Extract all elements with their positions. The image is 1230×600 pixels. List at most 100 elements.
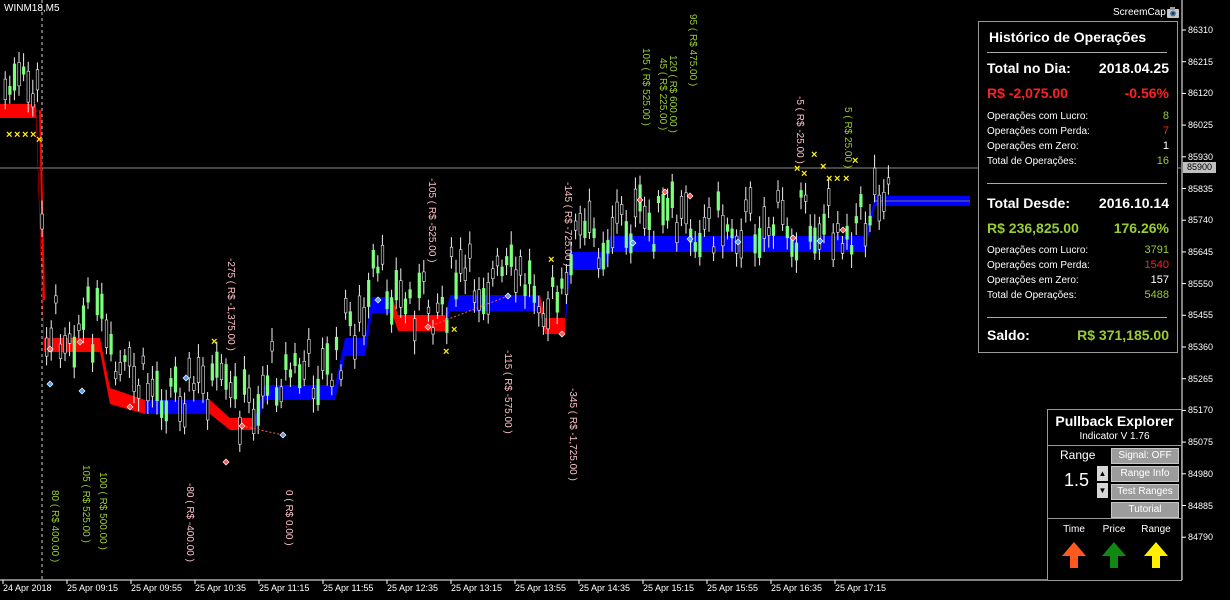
candle-body [132, 365, 136, 392]
candle-body [348, 311, 352, 327]
range-up-icon[interactable]: ▲ [1097, 466, 1108, 481]
candle-body [827, 188, 831, 206]
stat-value: 1 [1162, 140, 1169, 152]
trade-result-label: -145 ( R$ -725.00 ) [562, 182, 573, 267]
trade-result-label: 105 ( R$ 525.00 ) [80, 465, 91, 543]
time-tick-label: 25 Apr 17:15 [835, 583, 887, 593]
since-label: Total Desde: [987, 195, 1070, 211]
signal-button[interactable]: Signal: OFF [1111, 448, 1179, 464]
stat-label: Operações em Zero: [987, 275, 1079, 286]
candle-body [730, 228, 734, 239]
candle-body [454, 272, 458, 300]
trade-result-label: -80 ( R$ -400.00 ) [184, 483, 195, 562]
time-tick-label: 25 Apr 10:35 [195, 583, 247, 593]
candle-body [394, 270, 398, 301]
candle-body [675, 222, 679, 243]
candle-body [776, 190, 780, 203]
candle-body [712, 246, 716, 254]
price-tick-label: 86310 [1188, 25, 1214, 35]
exit-marker-icon: × [843, 173, 849, 185]
trade-marker-icon [839, 226, 847, 234]
pullback-title: Pullback Explorer [1055, 413, 1174, 429]
price-label: Price [1102, 524, 1126, 535]
trade-result-label: 100 ( R$ 500.00 ) [97, 472, 108, 550]
band-segment [145, 400, 200, 414]
candle-body [229, 382, 233, 398]
screencap-label[interactable]: ScreemCap [1113, 7, 1166, 18]
candle-body [371, 249, 375, 269]
candle-body [353, 335, 357, 360]
stat-label: Operações com Lucro: [987, 111, 1089, 122]
candle-body [721, 215, 725, 247]
candle-body [882, 192, 886, 212]
candle-body [417, 272, 421, 299]
trade-result-label: -105 ( R$ -525.00 ) [426, 178, 437, 263]
trade-result-label: -5 ( R$ -25.00 ) [794, 96, 805, 164]
stat-value: 157 [1150, 274, 1169, 286]
candle-body [284, 354, 288, 370]
candle-body [592, 228, 596, 238]
candle-body [311, 387, 316, 399]
price-tick-label: 85550 [1188, 278, 1214, 289]
candle-body [551, 277, 555, 287]
price-arrow-icon [1102, 542, 1126, 568]
stat-value: 8 [1162, 110, 1169, 122]
candle-body [224, 364, 228, 390]
candle-body [509, 244, 513, 267]
candle-body [12, 63, 17, 91]
current-price-tag: 85900 [1183, 162, 1216, 173]
time-tick-label: 24 Apr 2018 [3, 583, 52, 593]
candle-body [647, 212, 651, 230]
candle-body [233, 376, 237, 400]
price-tick-label: 85930 [1188, 151, 1214, 162]
band-segment [450, 295, 540, 311]
since-percent: 176.26% [1113, 220, 1169, 236]
candle-body [767, 227, 771, 236]
candle-body [426, 306, 431, 314]
candle-body [265, 375, 270, 396]
saldo-value: R$ 371,185.00 [1077, 327, 1169, 343]
candle-body [684, 192, 688, 225]
day-percent: -0.56% [1124, 85, 1169, 101]
candle-body [555, 292, 559, 313]
candle-body [127, 347, 132, 367]
band-segment [100, 338, 110, 404]
candle-body [574, 220, 578, 231]
candle-body [275, 387, 279, 406]
pullback-subtitle: Indicator V 1.76 [1079, 431, 1150, 442]
saldo-label: Saldo: [987, 327, 1030, 343]
candle-body [799, 190, 803, 198]
test-ranges-button[interactable]: Test Ranges [1111, 484, 1179, 500]
candle-body [150, 378, 155, 397]
price-tick-label: 85455 [1188, 310, 1214, 321]
candle-body [670, 181, 674, 209]
stat-label: Operações com Lucro: [987, 245, 1089, 256]
time-tick-label: 25 Apr 14:35 [579, 583, 631, 593]
candle-body [81, 305, 86, 330]
range-info-button[interactable]: Range Info [1111, 466, 1179, 482]
candle-body [408, 289, 412, 299]
candle-body [54, 295, 58, 304]
time-tick-label: 25 Apr 13:15 [451, 583, 503, 593]
candle-body [196, 357, 201, 383]
candle-body [362, 307, 366, 337]
candle-body [242, 369, 247, 395]
camera-icon[interactable] [1165, 4, 1181, 20]
exit-marker-icon: × [22, 129, 28, 141]
range-down-icon[interactable]: ▼ [1097, 483, 1108, 498]
candle-body [68, 333, 72, 344]
tutorial-button[interactable]: Tutorial [1111, 502, 1179, 518]
exit-marker-icon: × [36, 134, 42, 146]
candle-body [850, 245, 854, 255]
candle-body [390, 297, 394, 325]
candle-body [344, 298, 348, 314]
price-tick-label: 84980 [1188, 468, 1214, 479]
candle-body [413, 318, 417, 342]
candle-body [187, 357, 191, 379]
candle-body [463, 267, 467, 281]
candle-body [215, 351, 219, 378]
candle-body [707, 207, 711, 219]
candle-body [597, 257, 601, 269]
candle-body [808, 225, 812, 242]
exit-marker-icon: × [451, 324, 457, 336]
